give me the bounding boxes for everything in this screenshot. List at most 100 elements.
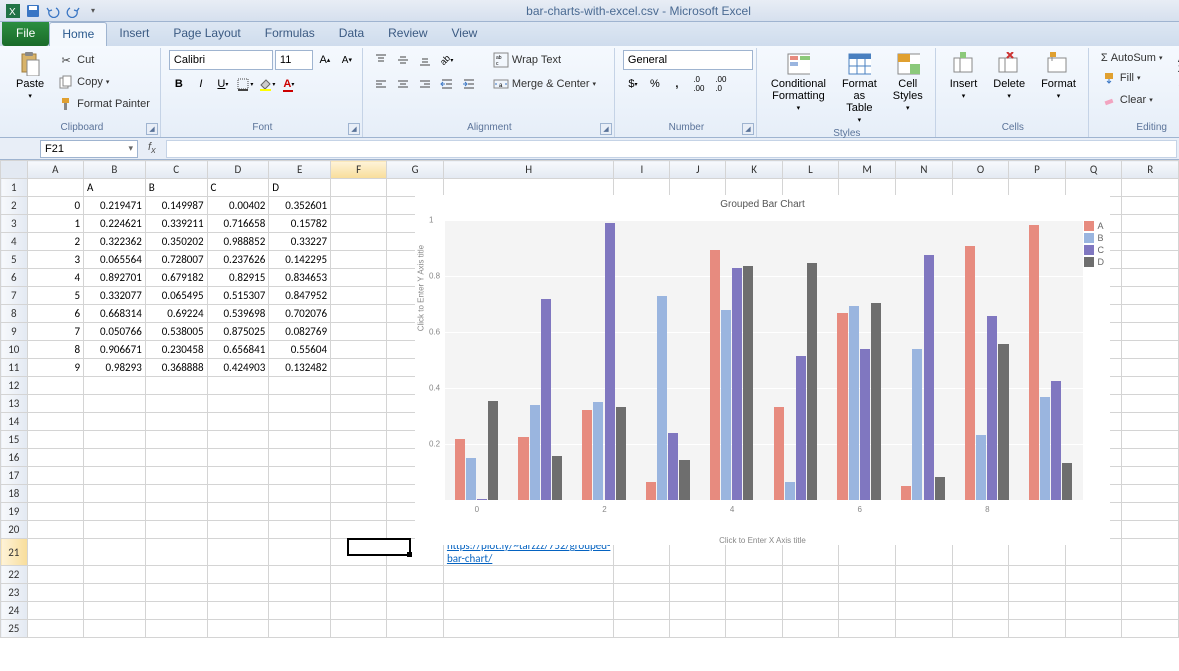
font-color-button[interactable]: A▾ — [279, 74, 299, 94]
cell-D20[interactable] — [207, 521, 269, 539]
row-header-2[interactable]: 2 — [1, 197, 28, 215]
cell-D7[interactable]: 0.515307 — [207, 287, 269, 305]
cell-E10[interactable]: 0.55604 — [269, 341, 331, 359]
col-header-B[interactable]: B — [84, 161, 146, 179]
cell-M23[interactable] — [839, 584, 896, 602]
col-header-O[interactable]: O — [952, 161, 1009, 179]
cell-K1[interactable] — [726, 179, 782, 197]
cell-Q23[interactable] — [1065, 584, 1122, 602]
cell-L24[interactable] — [782, 602, 838, 620]
cell-I23[interactable] — [614, 584, 670, 602]
align-middle-button[interactable] — [393, 50, 413, 70]
cell-A20[interactable] — [27, 521, 84, 539]
cell-A19[interactable] — [27, 503, 84, 521]
cell-F18[interactable] — [331, 485, 387, 503]
cell-R18[interactable] — [1122, 485, 1179, 503]
cell-R11[interactable] — [1122, 359, 1179, 377]
cell-B18[interactable] — [84, 485, 146, 503]
cell-F24[interactable] — [331, 602, 387, 620]
cell-B8[interactable]: 0.668314 — [84, 305, 146, 323]
font-size-combo[interactable] — [275, 50, 313, 70]
cell-E9[interactable]: 0.082769 — [269, 323, 331, 341]
sort-filter-button[interactable]: AZSort & Filte — [1170, 50, 1179, 116]
cell-B23[interactable] — [84, 584, 146, 602]
col-header-R[interactable]: R — [1122, 161, 1179, 179]
tab-insert[interactable]: Insert — [107, 22, 161, 46]
cell-A9[interactable]: 7 — [27, 323, 84, 341]
cell-R2[interactable] — [1122, 197, 1179, 215]
cell-C19[interactable] — [145, 503, 207, 521]
col-header-L[interactable]: L — [782, 161, 838, 179]
cell-A4[interactable]: 2 — [27, 233, 84, 251]
cell-D4[interactable]: 0.988852 — [207, 233, 269, 251]
cell-B17[interactable] — [84, 467, 146, 485]
autosum-button[interactable]: ΣAutoSum▾ — [1097, 50, 1167, 66]
cell-F3[interactable] — [331, 215, 387, 233]
cell-F22[interactable] — [331, 566, 387, 584]
cell-B25[interactable] — [84, 620, 146, 638]
file-tab[interactable]: File — [2, 22, 49, 46]
cell-G23[interactable] — [387, 584, 444, 602]
decrease-font-button[interactable]: A▾ — [337, 50, 357, 70]
cell-M1[interactable] — [839, 179, 896, 197]
cell-N24[interactable] — [896, 602, 953, 620]
undo-icon[interactable] — [44, 2, 62, 20]
cell-E20[interactable] — [269, 521, 331, 539]
cell-C17[interactable] — [145, 467, 207, 485]
cell-A8[interactable]: 6 — [27, 305, 84, 323]
col-header-M[interactable]: M — [839, 161, 896, 179]
tab-formulas[interactable]: Formulas — [253, 22, 327, 46]
cell-P24[interactable] — [1009, 602, 1065, 620]
cell-B14[interactable] — [84, 413, 146, 431]
cell-F25[interactable] — [331, 620, 387, 638]
cell-L23[interactable] — [782, 584, 838, 602]
cell-A23[interactable] — [27, 584, 84, 602]
cell-B7[interactable]: 0.332077 — [84, 287, 146, 305]
cell-D11[interactable]: 0.424903 — [207, 359, 269, 377]
row-header-3[interactable]: 3 — [1, 215, 28, 233]
cell-A17[interactable] — [27, 467, 84, 485]
cell-R23[interactable] — [1122, 584, 1179, 602]
cell-C12[interactable] — [145, 377, 207, 395]
cell-B4[interactable]: 0.322362 — [84, 233, 146, 251]
cell-R24[interactable] — [1122, 602, 1179, 620]
cell-K22[interactable] — [726, 566, 782, 584]
cell-B1[interactable]: A — [84, 179, 146, 197]
cell-F8[interactable] — [331, 305, 387, 323]
cell-P22[interactable] — [1009, 566, 1065, 584]
cell-K23[interactable] — [726, 584, 782, 602]
cell-B20[interactable] — [84, 521, 146, 539]
cell-G25[interactable] — [387, 620, 444, 638]
cell-R14[interactable] — [1122, 413, 1179, 431]
cell-E17[interactable] — [269, 467, 331, 485]
cell-F19[interactable] — [331, 503, 387, 521]
cell-C8[interactable]: 0.69224 — [145, 305, 207, 323]
cell-H23[interactable] — [443, 584, 613, 602]
italic-button[interactable]: I — [191, 74, 211, 94]
cell-C6[interactable]: 0.679182 — [145, 269, 207, 287]
cell-A13[interactable] — [27, 395, 84, 413]
align-right-button[interactable] — [415, 74, 435, 94]
cell-F9[interactable] — [331, 323, 387, 341]
cell-J1[interactable] — [670, 179, 726, 197]
cell-F23[interactable] — [331, 584, 387, 602]
cell-F12[interactable] — [331, 377, 387, 395]
row-header-9[interactable]: 9 — [1, 323, 28, 341]
cell-D17[interactable] — [207, 467, 269, 485]
cell-C18[interactable] — [145, 485, 207, 503]
cell-A14[interactable] — [27, 413, 84, 431]
cell-B19[interactable] — [84, 503, 146, 521]
align-left-button[interactable] — [371, 74, 391, 94]
cell-H1[interactable] — [443, 179, 613, 197]
cell-P25[interactable] — [1009, 620, 1065, 638]
cell-F14[interactable] — [331, 413, 387, 431]
cell-P1[interactable] — [1009, 179, 1065, 197]
cell-styles-button[interactable]: Cell Styles▾ — [887, 50, 929, 114]
worksheet-grid[interactable]: ABCDEFGHIJKLMNOPQR1ABCD200.2194710.14998… — [0, 160, 1179, 670]
col-header-H[interactable]: H — [443, 161, 613, 179]
font-launcher[interactable]: ◢ — [348, 123, 360, 135]
fill-color-button[interactable]: ▾ — [257, 74, 277, 94]
cell-G24[interactable] — [387, 602, 444, 620]
col-header-J[interactable]: J — [670, 161, 726, 179]
cell-A25[interactable] — [27, 620, 84, 638]
